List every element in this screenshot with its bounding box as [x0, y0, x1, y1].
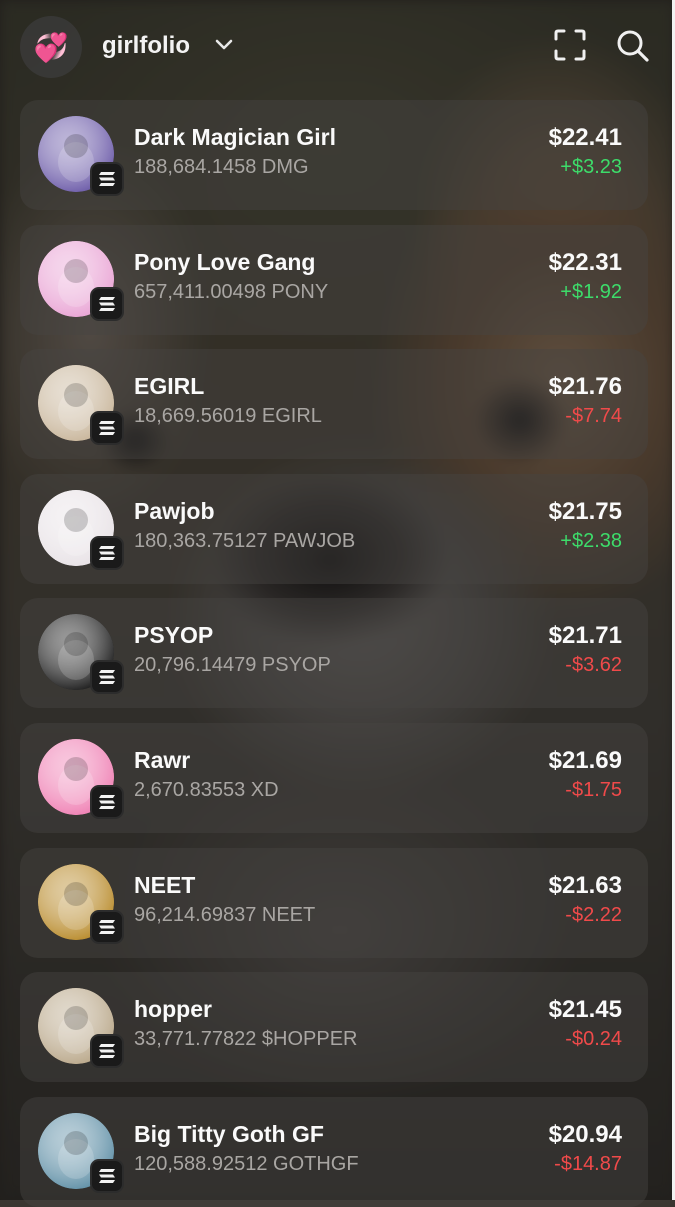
wallet-avatar-button[interactable]: 💞: [20, 16, 82, 78]
solana-chain-icon: [90, 660, 124, 695]
token-balance: 2,670.83553 XD: [134, 779, 279, 801]
token-name: Rawr: [134, 747, 191, 773]
token-balance: 188,684.1458 DMG: [134, 156, 309, 178]
token-change: -$3.62: [565, 654, 622, 677]
solana-chain-icon: [90, 411, 124, 446]
solana-chain-icon: [90, 785, 124, 819]
token-name: Dark Magician Girl: [134, 124, 336, 150]
token-change: +$1.92: [560, 280, 622, 303]
token-row[interactable]: Pawjob 180,363.75127 PAWJOB $21.75 +$2.38: [20, 473, 648, 584]
token-value: $21.69: [548, 747, 622, 774]
token-balance: 96,214.69837 NEET: [134, 903, 316, 926]
chevron-down-icon[interactable]: [214, 38, 234, 52]
token-name: EGIRL: [134, 373, 205, 400]
solana-chain-icon: [90, 1034, 124, 1069]
token-balance: 33,771.77822 $HOPPER: [134, 1028, 358, 1051]
token-balance: 20,796.14479 PSYOP: [134, 654, 331, 677]
solana-chain-icon: [90, 162, 124, 196]
token-value: $21.71: [548, 622, 622, 650]
token-row[interactable]: EGIRL 18,669.56019 EGIRL $21.76 -$7.74: [20, 349, 648, 460]
token-name: Big Titty Goth GF: [134, 1120, 324, 1147]
token-value: $20.94: [548, 1120, 622, 1148]
token-value: $22.31: [548, 248, 622, 276]
token-name: PSYOP: [134, 622, 214, 649]
token-row[interactable]: hopper 33,771.77822 $HOPPER $21.45 -$0.24: [20, 972, 648, 1083]
token-name: Pawjob: [134, 497, 215, 524]
token-change: -$2.22: [565, 903, 622, 926]
token-change: +$2.38: [560, 529, 622, 552]
token-change: -$7.74: [565, 405, 622, 428]
token-name: NEET: [134, 871, 196, 898]
token-value: $21.76: [548, 373, 622, 401]
token-value: $22.41: [548, 124, 622, 151]
token-balance: 657,411.00498 PONY: [134, 280, 329, 303]
token-row[interactable]: Pony Love Gang 657,411.00498 PONY $22.31 +$…: [20, 224, 648, 335]
token-value: $21.45: [548, 996, 622, 1024]
solana-chain-icon: [90, 535, 124, 570]
token-name: Pony Love Gang: [134, 248, 316, 275]
wallet-emoji: 💞: [33, 31, 69, 63]
token-value: $21.75: [548, 497, 622, 525]
solana-chain-icon: [90, 286, 124, 321]
token-row[interactable]: Rawr 2,670.83553 XD $21.69 -$1.75: [20, 723, 648, 833]
token-change: -$0.24: [565, 1028, 622, 1051]
token-change: -$14.87: [554, 1152, 622, 1175]
solana-chain-icon: [90, 909, 124, 944]
token-row[interactable]: NEET 96,214.69837 NEET $21.63 -$2.22: [20, 847, 648, 958]
token-balance: 120,588.92512 GOTHGF: [134, 1152, 359, 1175]
token-name: hopper: [134, 996, 212, 1023]
token-change: -$1.75: [565, 779, 622, 801]
token-change: +$3.23: [560, 156, 622, 178]
token-balance: 180,363.75127 PAWJOB: [134, 529, 356, 552]
scan-icon[interactable]: [553, 28, 587, 62]
token-row[interactable]: Dark Magician Girl 188,684.1458 DMG $22.41…: [20, 100, 648, 210]
token-row[interactable]: Big Titty Goth GF 120,588.92512 GOTHGF $20…: [20, 1096, 648, 1207]
search-icon[interactable]: [615, 28, 651, 64]
token-balance: 18,669.56019 EGIRL: [134, 405, 322, 428]
top-bar: 💞 girlfolio: [0, 0, 672, 96]
wallet-name[interactable]: girlfolio: [102, 32, 190, 60]
token-value: $21.63: [548, 871, 622, 899]
solana-chain-icon: [90, 1158, 124, 1193]
token-row[interactable]: PSYOP 20,796.14479 PSYOP $21.71 -$3.62: [20, 598, 648, 709]
